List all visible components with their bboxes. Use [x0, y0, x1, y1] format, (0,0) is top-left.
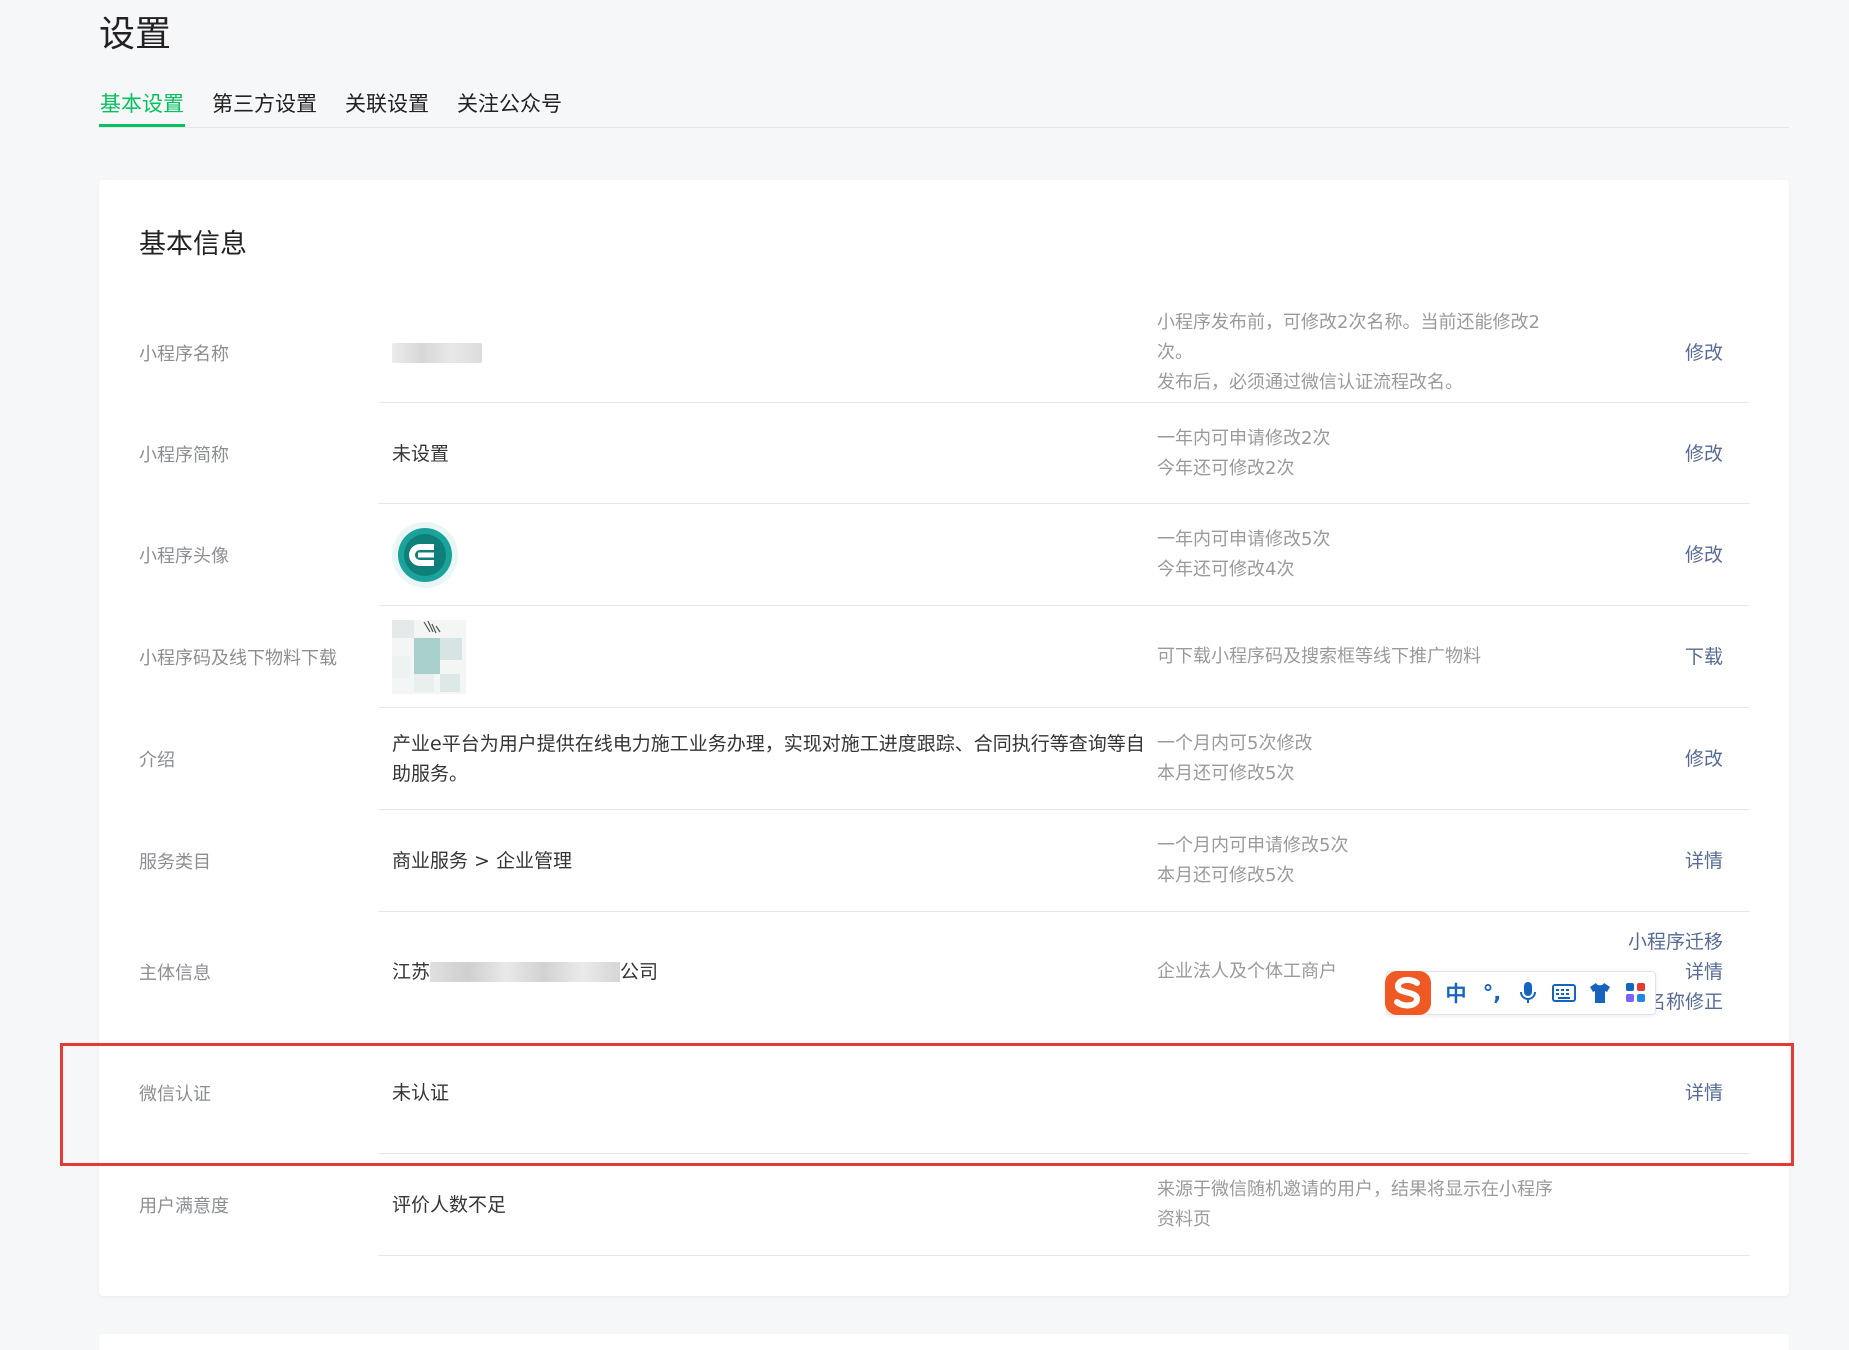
tip-line: 今年还可修改2次: [1157, 457, 1295, 479]
tip-line: 企业法人及个体工商户: [1157, 960, 1337, 982]
row-actions: 详情: [1523, 1031, 1723, 1154]
category-detail-link[interactable]: 详情: [1685, 846, 1723, 876]
row-label: 小程序头像: [139, 546, 229, 567]
verify-detail-link[interactable]: 详情: [1685, 1078, 1723, 1108]
row-label: 小程序简称: [139, 444, 229, 466]
intro-line: 产业e平台为用户提供在线电力施工业务办理，实现对施工进度跟踪、合同执行等查询等自: [392, 733, 1145, 755]
row-value: [392, 302, 1232, 403]
tip-line: 次。: [1157, 341, 1193, 363]
row-value: [392, 504, 1232, 606]
app-logo-icon: [398, 528, 452, 582]
row-label: 微信认证: [139, 1083, 211, 1105]
info-row-satisfaction: 用户满意度 评价人数不足 来源于微信随机邀请的用户，结果将显示在小程序 资料页: [99, 1154, 1789, 1256]
app-avatar: [392, 522, 458, 588]
row-actions: 详情: [1523, 810, 1723, 912]
microphone-icon[interactable]: [1515, 980, 1541, 1006]
tip-line: 来源于微信随机邀请的用户，结果将显示在小程序: [1157, 1179, 1553, 1200]
row-label: 小程序码及线下物料下载: [139, 648, 337, 669]
tip-line: 资料页: [1157, 1209, 1211, 1230]
row-tip: 一年内可申请修改2次 今年还可修改2次: [1157, 403, 1567, 504]
tab-association-settings[interactable]: 关联设置: [344, 85, 430, 127]
tip-line: 今年还可修改4次: [1157, 559, 1295, 580]
row-label: 主体信息: [139, 962, 211, 984]
row-divider: [379, 1255, 1749, 1256]
modify-name-link[interactable]: 修改: [1685, 338, 1723, 368]
row-value: 产业e平台为用户提供在线电力施工业务办理，实现对施工进度跟踪、合同执行等查询等自…: [392, 708, 1152, 810]
migrate-app-link[interactable]: 小程序迁移: [1628, 927, 1723, 957]
info-row-intro: 介绍 产业e平台为用户提供在线电力施工业务办理，实现对施工进度跟踪、合同执行等查…: [99, 708, 1789, 810]
row-tip: 一年内可申请修改5次 今年还可修改4次: [1157, 504, 1567, 606]
section-title: 基本信息: [139, 229, 247, 260]
modify-short-name-link[interactable]: 修改: [1685, 439, 1723, 469]
row-value: 未设置: [392, 442, 450, 465]
intro-line: 助服务。: [392, 763, 469, 785]
info-row-avatar: 小程序头像 一年内可申请修改5次 今年还可修改4次 修改: [99, 504, 1789, 606]
info-row-qrcode: 小程序码及线下物料下载 可下载小程序码及搜索框等线下推广物料 下载: [99, 606, 1789, 708]
row-actions: 修改: [1523, 302, 1723, 403]
tip-line: 一个月内可申请修改5次: [1157, 835, 1349, 856]
row-actions: 修改: [1523, 403, 1723, 504]
row-tip: 一个月内可5次修改 本月还可修改5次: [1157, 708, 1567, 810]
page-title: 设置: [99, 14, 172, 55]
info-row-wechat-verify: 微信认证 未认证 详情: [99, 1031, 1789, 1154]
info-row-short-name: 小程序简称 未设置 一年内可申请修改2次 今年还可修改2次 修改: [99, 403, 1789, 504]
row-actions: 下载: [1523, 606, 1723, 708]
apps-icon[interactable]: [1623, 980, 1649, 1006]
settings-page: 设置 基本设置 第三方设置 关联设置 关注公众号 基本信息 小程序名称 小程序发…: [0, 0, 1849, 1350]
row-label: 介绍: [139, 750, 175, 771]
ime-mode-button[interactable]: 中: [1443, 980, 1469, 1006]
tip-line: 发布后，必须通过微信认证流程改名。: [1157, 371, 1463, 393]
settings-tabs: 基本设置 第三方设置 关联设置 关注公众号: [99, 85, 1789, 128]
tab-follow-official-account[interactable]: 关注公众号: [456, 85, 563, 127]
row-actions: 修改: [1523, 708, 1723, 810]
row-tip: 来源于微信随机邀请的用户，结果将显示在小程序 资料页: [1157, 1154, 1567, 1256]
row-actions: 修改: [1523, 504, 1723, 606]
keyboard-icon[interactable]: [1551, 980, 1577, 1006]
modify-intro-link[interactable]: 修改: [1685, 744, 1723, 774]
subject-suffix: 公司: [620, 960, 659, 983]
tip-line: 可下载小程序码及搜索框等线下推广物料: [1157, 646, 1481, 667]
qrcode-icon: [392, 620, 466, 694]
subject-detail-link[interactable]: 详情: [1685, 957, 1723, 987]
tab-third-party-settings[interactable]: 第三方设置: [211, 85, 318, 127]
row-label: 小程序名称: [139, 343, 229, 365]
row-tip: 一个月内可申请修改5次 本月还可修改5次: [1157, 810, 1567, 912]
row-tip: 小程序发布前，可修改2次名称。当前还能修改2 次。 发布后，必须通过微信认证流程…: [1157, 302, 1567, 403]
row-label: 用户满意度: [139, 1196, 229, 1217]
row-value: [392, 606, 1232, 708]
row-value: 评价人数不足: [392, 1194, 507, 1216]
tip-line: 本月还可修改5次: [1157, 865, 1295, 886]
tab-basic-settings[interactable]: 基本设置: [99, 85, 185, 127]
redacted-name: [392, 342, 482, 363]
row-value: 未认证: [392, 1081, 450, 1104]
tip-line: 一年内可申请修改5次: [1157, 529, 1331, 550]
shirt-icon[interactable]: [1587, 980, 1613, 1006]
redacted-subject: [430, 961, 621, 982]
info-row-category: 服务类目 商业服务 > 企业管理 一个月内可申请修改5次 本月还可修改5次 详情: [99, 810, 1789, 912]
tip-line: 一年内可申请修改2次: [1157, 427, 1331, 449]
row-tip: 可下载小程序码及搜索框等线下推广物料: [1157, 606, 1567, 708]
sogou-logo-icon: [1385, 971, 1431, 1015]
next-card: [99, 1334, 1789, 1350]
row-value: 江苏 公司: [392, 912, 1232, 1031]
row-label: 服务类目: [139, 852, 211, 873]
ime-punct-button[interactable]: °,: [1479, 980, 1505, 1006]
ime-toolbar[interactable]: 中 °,: [1385, 971, 1656, 1015]
tip-line: 一个月内可5次修改: [1157, 733, 1313, 754]
subject-prefix: 江苏: [392, 960, 431, 983]
tip-line: 小程序发布前，可修改2次名称。当前还能修改2: [1157, 311, 1540, 333]
download-link[interactable]: 下载: [1685, 642, 1723, 672]
modify-avatar-link[interactable]: 修改: [1685, 540, 1723, 570]
info-row-name: 小程序名称 小程序发布前，可修改2次名称。当前还能修改2 次。 发布后，必须通过…: [99, 302, 1789, 403]
tip-line: 本月还可修改5次: [1157, 763, 1295, 784]
name-correction-link[interactable]: 名称修正: [1647, 987, 1723, 1017]
basic-info-card: 基本信息 小程序名称 小程序发布前，可修改2次名称。当前还能修改2 次。 发布后…: [99, 180, 1789, 1296]
row-value: 商业服务 > 企业管理: [392, 850, 572, 872]
